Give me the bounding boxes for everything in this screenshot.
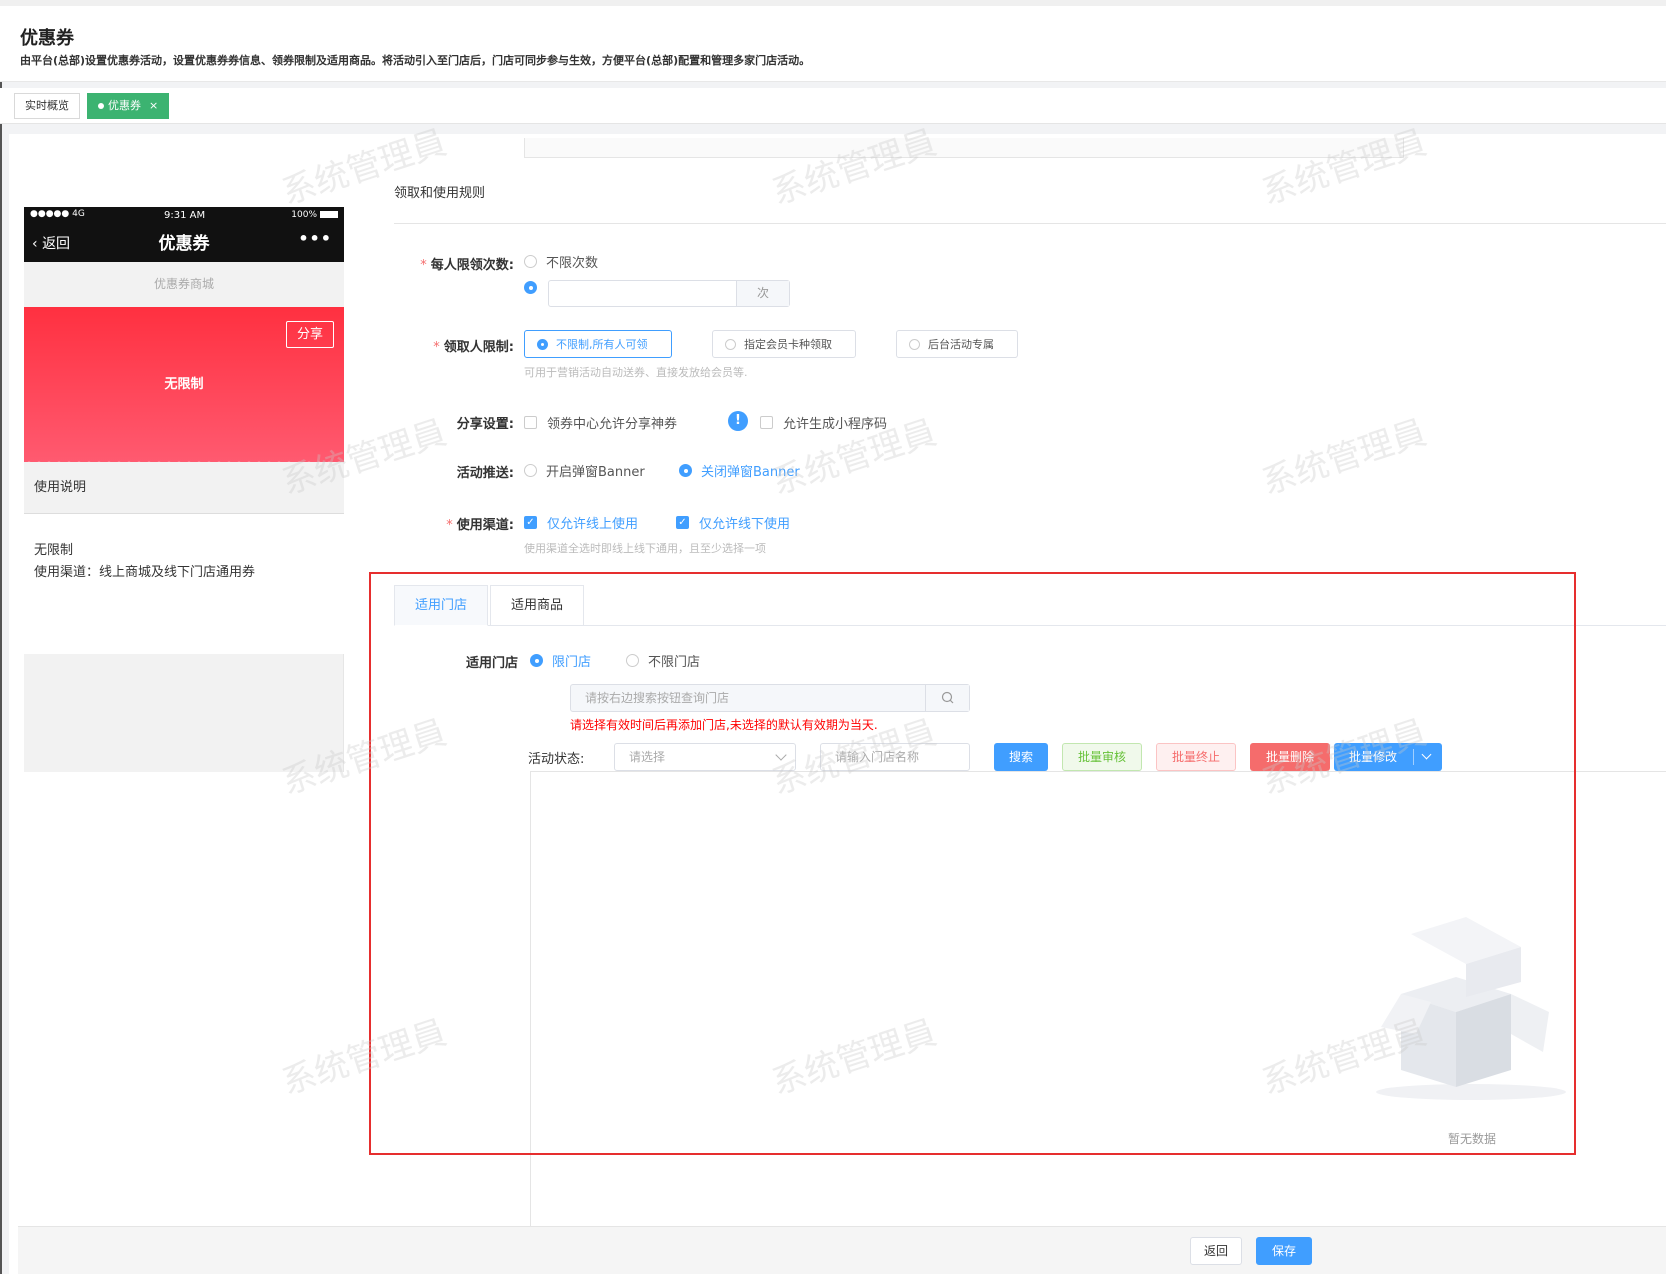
divider <box>394 223 1666 224</box>
channels-hint: 使用渠道全选时即线上线下通用，且至少选择一项 <box>524 542 766 555</box>
required-mark: * <box>420 258 427 273</box>
info-line: 无限制 <box>34 543 74 558</box>
usage-title: 使用说明 <box>24 462 344 514</box>
back-button[interactable]: 返回 <box>1190 1237 1242 1265</box>
radio-box-member-card[interactable]: 指定会员卡种领取 <box>712 330 856 358</box>
signal-indicator: ●●●●● 4G <box>30 209 85 219</box>
tab-bar: 实时概览 优惠券 × <box>0 88 1666 124</box>
phone-status-bar: ●●●●● 4G 9:31 AM 100% ‹ 返回 优惠券 ••• <box>24 207 344 262</box>
info-icon[interactable]: ! <box>728 411 748 431</box>
field-label: 分享设置: <box>456 417 514 432</box>
page-description: 由平台(总部)设置优惠券活动，设置优惠券券信息、领券限制及适用商品。将活动引入至… <box>20 54 811 67</box>
close-icon[interactable]: × <box>149 99 158 112</box>
checkbox-online[interactable]: ✓ 仅允许线上使用 <box>524 513 638 532</box>
radio-box-all[interactable]: 不限制,所有人可领 <box>524 330 672 358</box>
phone-subtitle: 优惠券商城 <box>24 262 344 307</box>
radio-box-backend[interactable]: 后台活动专属 <box>896 330 1018 358</box>
highlight-box <box>369 572 1576 1155</box>
coupon-card: 分享 无限制 <box>24 307 344 466</box>
checkbox-share-coupon[interactable]: 领券中心允许分享神券 <box>524 413 677 432</box>
checkbox-offline[interactable]: ✓ 仅允许线下使用 <box>676 513 790 532</box>
info-line: 使用渠道：线上商城及线下门店通用券 <box>34 565 256 580</box>
footer-bar: 返回 保存 <box>18 1226 1666 1274</box>
battery-indicator: 100% <box>291 210 338 220</box>
phone-time: 9:31 AM <box>164 210 206 221</box>
field-label: * 领取人限制: <box>433 340 514 355</box>
tab-label: 实时概览 <box>25 99 69 112</box>
page-header: 优惠券 由平台(总部)设置优惠券活动，设置优惠券券信息、领券限制及适用商品。将活… <box>0 0 1666 82</box>
phone-title: 优惠券 <box>158 234 210 254</box>
field-label: * 使用渠道: <box>446 518 514 533</box>
coupon-label: 无限制 <box>164 377 204 392</box>
more-icon[interactable]: ••• <box>298 229 332 248</box>
required-mark: * <box>433 340 440 355</box>
active-dot-icon <box>98 103 104 109</box>
radio-unlimited-times[interactable]: 不限次数 <box>524 252 598 271</box>
window-edge <box>0 0 2 1274</box>
times-input[interactable]: 次 <box>548 280 790 307</box>
field-label: * 每人限领次数: <box>420 258 514 273</box>
save-button[interactable]: 保存 <box>1256 1237 1312 1265</box>
checkbox-miniprogram-code[interactable]: 允许生成小程序码 <box>760 413 887 432</box>
phone-preview: ●●●●● 4G 9:31 AM 100% ‹ 返回 优惠券 ••• 优惠券商城… <box>24 207 344 772</box>
required-mark: * <box>446 518 453 533</box>
radio-limited-times[interactable] <box>524 281 546 294</box>
tab-coupon[interactable]: 优惠券 × <box>87 93 170 119</box>
times-suffix: 次 <box>736 281 789 306</box>
previous-field <box>524 138 1404 158</box>
coupon-info: 无限制 使用渠道：线上商城及线下门店通用券 <box>24 514 344 654</box>
share-button[interactable]: 分享 <box>286 321 334 348</box>
radio-banner-off[interactable]: 关闭弹窗Banner <box>679 461 800 480</box>
radio-banner-on[interactable]: 开启弹窗Banner <box>524 461 645 480</box>
battery-icon <box>320 211 338 218</box>
field-label: 活动推送: <box>456 466 514 481</box>
page-title: 优惠券 <box>20 28 74 49</box>
receiver-hint: 可用于营销活动自动送券、直接发放给会员等. <box>524 366 748 379</box>
section-title: 领取和使用规则 <box>394 186 486 201</box>
tab-realtime-overview[interactable]: 实时概览 <box>14 93 80 119</box>
tab-label: 优惠券 <box>108 99 141 112</box>
